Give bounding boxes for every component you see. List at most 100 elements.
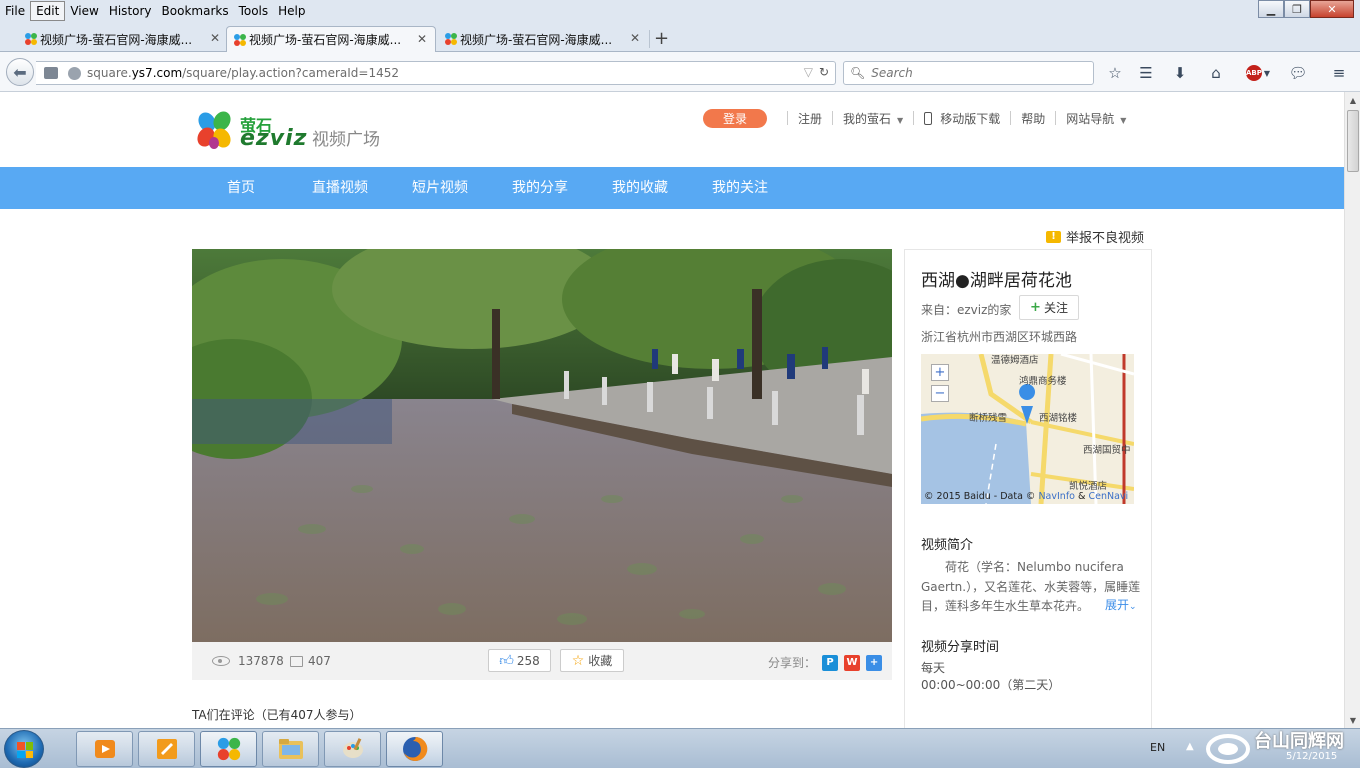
report-link[interactable]: ! 举报不良视频 [1046,227,1144,246]
map-label: 断桥残雪 [969,413,1008,424]
video-stats-bar: 137878 407 👍︎ 258 ☆ 收藏 分享到： P W + [192,642,892,680]
search-bar[interactable]: 🔍︎ [843,61,1094,85]
taskbar-firefox[interactable] [386,731,443,767]
close-window-button[interactable]: ✕ [1310,0,1354,18]
map-navinfo-link[interactable]: NavInfo [1038,491,1075,502]
like-button[interactable]: 👍︎ 258 [488,649,551,672]
location-map[interactable]: 温德姆酒店 鸿鼎商务楼 断桥残雪 西湖铭楼 西湖国贸中 凯悦酒店 + − © 2… [921,354,1134,504]
share-more-icon[interactable]: + [866,654,883,671]
nav-my-shares[interactable]: 我的分享 [512,167,568,209]
dropdown-arrow-icon[interactable]: ▽ [804,65,813,79]
reload-icon[interactable]: ↻ [819,65,829,79]
map-label: 温德姆酒店 [991,355,1039,366]
menu-bookmarks[interactable]: Bookmarks [157,1,234,21]
watermark-logo-icon [1206,734,1250,764]
page-info-icon[interactable] [44,67,58,79]
taskbar-date: 5/12/2015 [1286,751,1338,762]
site-logo[interactable]: 萤石 ezviz 视频广场 [194,110,394,152]
share-hours: 00:00~00:00（第二天） [921,678,1061,692]
nav-my-favorites[interactable]: 我的收藏 [612,167,668,209]
chat-icon[interactable]: 💬︎ [1287,62,1309,84]
window-controls: ▁ ❐ ✕ [1258,0,1354,18]
expand-link[interactable]: 展开⌄ [1103,596,1137,613]
nav-live-video[interactable]: 直播视频 [312,167,368,209]
browser-tab-1[interactable]: 视频广场-萤石官网-海康威... ✕ [18,26,230,52]
map-cennavi-link[interactable]: CenNavi [1088,491,1128,502]
tray-expand-icon[interactable]: ▲ [1186,741,1194,752]
taskbar-ezviz[interactable] [200,731,257,767]
menu-help[interactable]: Help [273,1,310,21]
star-icon: ☆ [571,652,585,669]
ezviz-app-icon [217,737,240,761]
brand-subtitle: 视频广场 [312,130,380,150]
mobile-download-link[interactable]: 移动版下载 [940,110,1000,127]
scroll-up-icon[interactable]: ▲ [1345,92,1360,108]
nav-home[interactable]: 首页 [227,167,255,209]
taskbar-paint[interactable] [324,731,381,767]
menu-tools[interactable]: Tools [234,1,274,21]
share-qzone-icon[interactable]: P [822,654,839,671]
share-label: 分享到： [768,656,817,670]
minimize-button[interactable]: ▁ [1258,0,1284,18]
ezviz-logo-icon [197,111,231,149]
new-tab-plus-icon[interactable]: + [654,28,669,49]
chevron-down-icon: ▼ [1263,68,1271,78]
web-page: 萤石 ezviz 视频广场 登录 注册 我的萤石 ▼ 移动版下载 帮助 网站导航 ▼… [0,92,1344,728]
bookmark-star-icon[interactable]: ☆ [1104,62,1126,84]
share-weibo-icon[interactable]: W [844,654,861,671]
nav-my-follows[interactable]: 我的关注 [712,167,768,209]
download-icon[interactable]: ⬇ [1169,62,1191,84]
ezviz-favicon-icon [445,33,457,45]
tab-label: 视频广场-萤石官网-海康威... [460,32,613,47]
tab-separator [649,30,650,48]
map-zoom-in-button[interactable]: + [931,364,949,381]
back-button[interactable]: ⬅ [6,58,34,86]
favorite-button[interactable]: ☆ 收藏 [560,649,624,672]
scroll-thumb[interactable] [1347,110,1359,172]
view-count: 137878 [212,654,284,668]
comments-heading: TA们在评论（已有407人参与） [192,708,362,722]
report-label: 举报不良视频 [1066,231,1145,246]
windows-taskbar: EN ▲ [0,728,1360,768]
taskbar-editor[interactable] [138,731,195,767]
adblock-plus-icon[interactable]: ABP ▼ [1243,62,1273,84]
menu-file[interactable]: File [0,1,30,21]
hamburger-menu-icon[interactable]: ≡ [1328,62,1350,84]
bookmarks-list-icon[interactable]: ☰ [1135,62,1157,84]
help-link[interactable]: 帮助 [1021,110,1045,127]
follow-button[interactable]: + 关注 [1019,295,1079,320]
page-scrollbar[interactable]: ▲ ▼ [1344,92,1360,728]
login-button[interactable]: 登录 [703,108,767,128]
video-source: 来自：ezviz的家 [921,303,1012,317]
menu-edit[interactable]: Edit [30,1,66,21]
ezviz-favicon-icon [234,34,246,46]
site-nav-link[interactable]: 网站导航 ▼ [1066,110,1126,127]
search-input[interactable] [871,66,1082,80]
menu-history[interactable]: History [104,1,157,21]
menu-view[interactable]: View [65,1,103,21]
map-label: 西湖铭楼 [1039,413,1078,424]
tab-close-icon[interactable]: ✕ [210,31,220,45]
browser-tab-2[interactable]: 视频广场-萤石官网-海康威... ✕ [226,26,436,52]
video-player[interactable] [192,249,892,642]
browser-tab-3[interactable]: 视频广场-萤石官网-海康威... ✕ [438,26,650,52]
url-actions: ▽ ↻ [804,65,829,79]
taskbar-media-player[interactable] [76,731,133,767]
nav-short-video[interactable]: 短片视频 [412,167,468,209]
map-label: 西湖国贸中 [1083,445,1131,456]
taskbar-explorer[interactable] [262,731,319,767]
language-indicator[interactable]: EN [1150,741,1165,754]
url-bar[interactable]: square.ys7.com/square/play.action?camera… [36,61,836,85]
start-button[interactable] [4,730,44,768]
comment-icon [290,655,303,667]
register-link[interactable]: 注册 [798,110,822,127]
intro-heading: 视频简介 [921,538,974,553]
my-ezviz-link[interactable]: 我的萤石 ▼ [843,110,903,127]
map-zoom-out-button[interactable]: − [931,385,949,402]
tab-close-icon[interactable]: ✕ [630,31,640,45]
tab-close-icon[interactable]: ✕ [417,32,427,46]
site-watermark: 台山同辉网 5/12/2015 [1206,725,1356,767]
home-icon[interactable]: ⌂ [1205,62,1227,84]
maximize-button[interactable]: ❐ [1284,0,1310,18]
divider [1010,111,1012,125]
